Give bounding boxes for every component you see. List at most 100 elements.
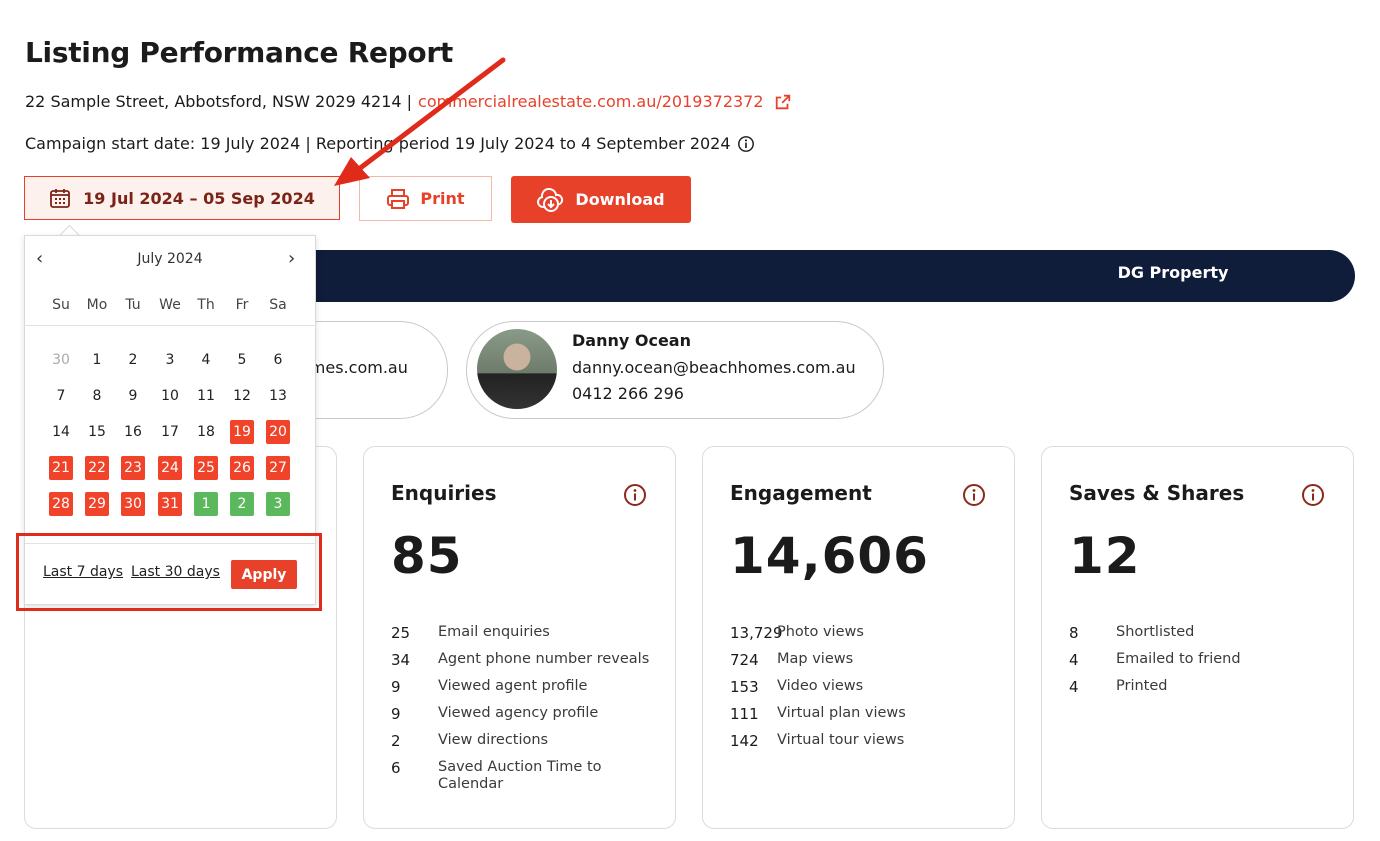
calendar-day[interactable]: 17 xyxy=(158,420,182,444)
stat-value: 13,729 xyxy=(730,624,783,642)
download-button[interactable]: Download xyxy=(511,176,691,223)
card-title: Enquiries xyxy=(391,481,497,505)
calendar-day[interactable]: 3 xyxy=(158,348,182,372)
stat-value: 6 xyxy=(391,759,401,777)
stat-label: Saved Auction Time to Calendar xyxy=(438,759,602,792)
stat-row: 25 Email enquiries xyxy=(391,624,661,642)
stat-value: 8 xyxy=(1069,624,1079,642)
stat-row: 153 Video views xyxy=(730,678,1000,696)
calendar-day[interactable]: 8 xyxy=(85,384,109,408)
weekday-label: Th xyxy=(197,297,215,313)
card-total: 85 xyxy=(391,527,463,585)
stat-label: Shortlisted xyxy=(1116,624,1195,640)
weekday-label: Mo xyxy=(86,297,108,313)
calendar-day[interactable]: 1 xyxy=(194,492,218,516)
weekday-label: We xyxy=(159,297,181,313)
agent-name: Danny Ocean xyxy=(572,331,691,350)
cloud-download-icon xyxy=(537,187,564,212)
calendar-day[interactable]: 12 xyxy=(230,384,254,408)
stat-row: 724 Map views xyxy=(730,651,1000,669)
calendar-day[interactable]: 15 xyxy=(85,420,109,444)
calendar-day[interactable]: 30 xyxy=(121,492,145,516)
calendar-day[interactable]: 23 xyxy=(121,456,145,480)
calendar-day[interactable]: 28 xyxy=(49,492,73,516)
card-title: Saves & Shares xyxy=(1069,481,1245,505)
calendar-day[interactable]: 3 xyxy=(266,492,290,516)
saves-list: 8 Shortlisted 4 Emailed to friend 4 Printed xyxy=(1069,624,1339,705)
stat-row: 8 Shortlisted xyxy=(1069,624,1339,642)
calendar-day[interactable]: 24 xyxy=(158,456,182,480)
property-address-line: 22 Sample Street, Abbotsford, NSW 2029 4… xyxy=(25,92,792,111)
calendar-day[interactable]: 7 xyxy=(49,384,73,408)
card-title: Engagement xyxy=(730,481,872,505)
annotation-highlight-box xyxy=(16,533,322,611)
stat-value: 724 xyxy=(730,651,759,669)
info-icon[interactable] xyxy=(623,483,647,507)
agency-name: DG Property xyxy=(1117,263,1229,282)
stat-row: 9 Viewed agent profile xyxy=(391,678,661,696)
agent-email: omes.com.au xyxy=(300,358,408,377)
stat-value: 4 xyxy=(1069,651,1079,669)
calendar-day[interactable]: 4 xyxy=(194,348,218,372)
stat-row: 4 Printed xyxy=(1069,678,1339,696)
stat-label: Virtual plan views xyxy=(777,705,906,721)
print-label: Print xyxy=(420,189,465,208)
engagement-list: 13,729 Photo views 724 Map views 153 Video vi… xyxy=(730,624,1000,759)
calendar-day[interactable]: 11 xyxy=(194,384,218,408)
calendar-day[interactable]: 19 xyxy=(230,420,254,444)
calendar-day[interactable]: 1 xyxy=(85,348,109,372)
stat-value: 9 xyxy=(391,705,401,723)
property-address: 22 Sample Street, Abbotsford, NSW 2029 4… xyxy=(25,92,413,111)
external-link-icon[interactable] xyxy=(774,93,792,111)
date-range-label: 19 Jul 2024 – 05 Sep 2024 xyxy=(83,188,315,208)
calendar-day[interactable]: 10 xyxy=(158,384,182,408)
stat-label: Emailed to friend xyxy=(1116,651,1241,667)
calendar-day[interactable]: 14 xyxy=(49,420,73,444)
date-range-picker-button[interactable]: 19 Jul 2024 – 05 Sep 2024 xyxy=(24,176,340,220)
calendar-day[interactable]: 2 xyxy=(230,492,254,516)
stat-value: 111 xyxy=(730,705,759,723)
printer-icon xyxy=(387,188,410,209)
calendar-day[interactable]: 26 xyxy=(230,456,254,480)
calendar-day[interactable]: 21 xyxy=(49,456,73,480)
calendar-day[interactable]: 6 xyxy=(266,348,290,372)
stat-label: Map views xyxy=(777,651,854,667)
calendar-icon xyxy=(50,189,71,208)
info-icon[interactable] xyxy=(962,483,986,507)
calendar-day[interactable]: 27 xyxy=(266,456,290,480)
stat-value: 34 xyxy=(391,651,411,669)
info-icon[interactable] xyxy=(1301,483,1325,507)
stat-label: Video views xyxy=(777,678,864,694)
calendar-day[interactable]: 13 xyxy=(266,384,290,408)
stat-row: 34 Agent phone number reveals xyxy=(391,651,661,669)
avatar xyxy=(477,329,557,409)
calendar-day[interactable]: 22 xyxy=(85,456,109,480)
calendar-day[interactable]: 30 xyxy=(49,348,73,372)
calendar-day[interactable]: 2 xyxy=(121,348,145,372)
chevron-right-icon[interactable]: › xyxy=(288,248,295,269)
calendar-day[interactable]: 5 xyxy=(230,348,254,372)
stat-label: Virtual tour views xyxy=(777,732,905,748)
calendar-day[interactable]: 31 xyxy=(158,492,182,516)
stat-value: 2 xyxy=(391,732,401,750)
listing-link[interactable]: commercialrealestate.com.au/2019372372 xyxy=(418,92,764,111)
weekday-label: Su xyxy=(52,297,70,313)
print-button[interactable]: Print xyxy=(359,176,492,221)
stat-label: Email enquiries xyxy=(438,624,550,640)
weekday-label: Tu xyxy=(125,297,141,313)
calendar-day[interactable]: 20 xyxy=(266,420,290,444)
calendar-day[interactable]: 18 xyxy=(194,420,218,444)
info-icon[interactable] xyxy=(737,135,755,153)
calendar-day[interactable]: 16 xyxy=(121,420,145,444)
calendar-day[interactable]: 29 xyxy=(85,492,109,516)
calendar-month: July 2024 xyxy=(137,251,203,267)
stat-label: Photo views xyxy=(777,624,864,640)
calendar-day[interactable]: 9 xyxy=(121,384,145,408)
stat-label: Viewed agent profile xyxy=(438,678,588,694)
stat-row: 142 Virtual tour views xyxy=(730,732,1000,750)
agent-email[interactable]: danny.ocean@beachhomes.com.au xyxy=(572,358,856,377)
calendar-day[interactable]: 25 xyxy=(194,456,218,480)
stat-label: Printed xyxy=(1116,678,1168,694)
weekday-label: Fr xyxy=(235,297,249,313)
agent-phone[interactable]: 0412 266 296 xyxy=(572,384,684,403)
